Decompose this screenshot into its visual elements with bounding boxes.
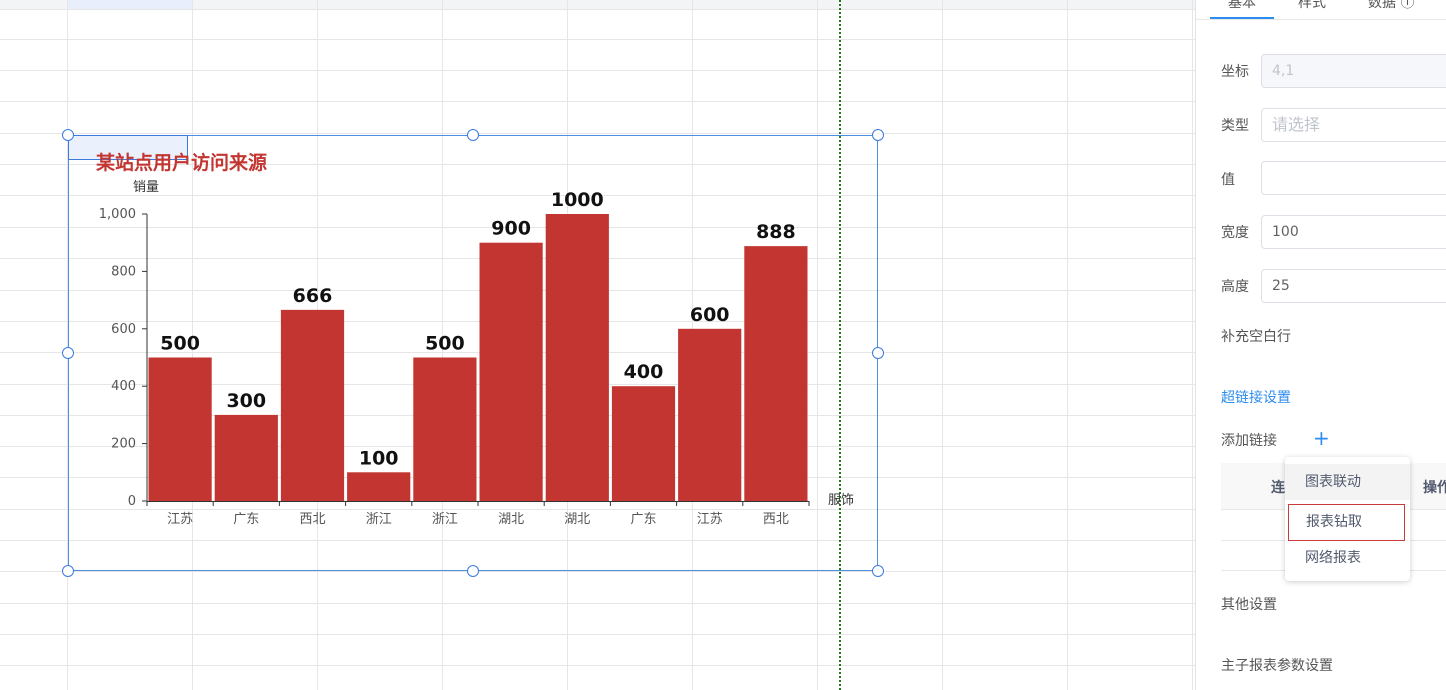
data-label: 500	[160, 333, 200, 355]
bar	[744, 246, 808, 501]
plus-icon[interactable]: +	[1313, 428, 1330, 448]
x-tick-label: 湖北	[498, 512, 524, 527]
y-axis-label: 销量	[133, 180, 159, 195]
row-line	[0, 70, 1195, 71]
height-input[interactable]: 25	[1261, 269, 1446, 303]
x-tick-label: 江苏	[697, 511, 723, 527]
x-tick-label: 广东	[233, 512, 259, 527]
type-select-placeholder: 请选择	[1272, 115, 1321, 134]
row-line	[0, 133, 1195, 134]
add-link-label: 添加链接	[1221, 433, 1277, 449]
type-label: 类型	[1221, 118, 1249, 134]
x-tick-label: 湖北	[564, 512, 590, 527]
bar	[611, 386, 676, 501]
hyperlink-settings-link[interactable]: 超链接设置	[1221, 387, 1291, 407]
bar-chart: 某站点用户访问来源 销量 服饰 0 200 400 600 800 1,000 500 江苏 3…	[96, 151, 854, 527]
bar	[148, 357, 212, 501]
column-line	[942, 0, 943, 690]
bar	[678, 328, 742, 501]
resize-handle[interactable]	[62, 129, 74, 141]
chart-title: 某站点用户访问来源	[96, 151, 267, 174]
active-tab-indicator	[1210, 17, 1274, 19]
row-line	[0, 101, 1195, 102]
x-tick-label: 江苏	[167, 511, 193, 527]
data-label: 888	[756, 221, 796, 243]
data-label: 666	[293, 285, 333, 307]
resize-handle[interactable]	[872, 347, 884, 359]
tabs-divider	[1196, 19, 1446, 20]
row-line	[0, 603, 1195, 604]
row-line	[0, 665, 1195, 666]
master-sub-params-label[interactable]: 主子报表参数设置	[1221, 655, 1333, 675]
width-input[interactable]: 100	[1261, 215, 1446, 249]
bar	[545, 214, 609, 501]
resize-handle[interactable]	[62, 347, 74, 359]
link-type-dropdown: 图表联动 报表钻取 网络报表	[1285, 457, 1410, 581]
dropdown-item-network-report[interactable]: 网络报表	[1285, 540, 1410, 576]
tab-basic[interactable]: 基本	[1228, 0, 1256, 12]
data-label: 100	[359, 447, 399, 469]
tab-style[interactable]: 样式	[1298, 0, 1326, 12]
coord-label: 坐标	[1221, 64, 1249, 80]
bar	[214, 414, 278, 501]
resize-handle[interactable]	[872, 565, 884, 577]
y-tick-label: 0	[128, 494, 136, 509]
y-tick-label: 200	[111, 437, 136, 452]
x-tick-label: 广东	[630, 512, 656, 527]
coord-input[interactable]: 4,1	[1261, 54, 1446, 88]
resize-handle[interactable]	[467, 565, 479, 577]
data-label: 300	[226, 390, 266, 412]
width-label: 宽度	[1221, 225, 1249, 241]
column-line	[1067, 0, 1068, 690]
table-header-ops: 操作	[1423, 480, 1446, 496]
data-label: 1000	[551, 189, 604, 211]
column-line	[1192, 0, 1193, 690]
resize-handle[interactable]	[467, 129, 479, 141]
resize-handle[interactable]	[62, 565, 74, 577]
data-label: 900	[491, 218, 531, 240]
height-label: 高度	[1221, 279, 1249, 295]
type-select[interactable]: 请选择	[1261, 108, 1446, 142]
x-tick-label: 浙江	[432, 512, 458, 527]
y-tick-label: 1,000	[99, 207, 136, 222]
row-line	[0, 571, 1195, 572]
x-tick-label: 浙江	[366, 512, 392, 527]
data-label: 400	[624, 361, 664, 383]
resize-handle[interactable]	[872, 129, 884, 141]
x-axis-label: 服饰	[828, 493, 854, 508]
properties-panel: 基本 样式 数据 ⓘ 坐标 4,1 类型 请选择 值 宽度 100 高度 25 …	[1195, 0, 1446, 690]
dropdown-item-report-drill[interactable]: 报表钻取	[1288, 504, 1405, 541]
bar	[479, 242, 543, 501]
x-tick-label: 西北	[299, 512, 325, 527]
value-label: 值	[1221, 172, 1235, 188]
bar	[280, 309, 345, 501]
y-tick-label: 800	[111, 264, 136, 279]
data-label: 600	[690, 304, 730, 326]
dropdown-item-chart-linkage[interactable]: 图表联动	[1285, 464, 1410, 500]
table-header-link: 连	[1271, 480, 1285, 496]
bar	[413, 357, 477, 501]
row-line	[0, 634, 1195, 635]
y-tick-label: 600	[111, 322, 136, 337]
other-settings-label[interactable]: 其他设置	[1221, 594, 1277, 614]
selected-column-header	[68, 0, 192, 9]
value-input[interactable]	[1261, 161, 1446, 195]
row-line	[0, 39, 1195, 40]
data-label: 500	[425, 333, 465, 355]
bar	[347, 472, 411, 501]
fill-blank-rows-label[interactable]: 补充空白行	[1221, 326, 1291, 346]
x-tick-label: 西北	[763, 512, 789, 527]
tab-data[interactable]: 数据 ⓘ	[1368, 0, 1414, 12]
y-tick-label: 400	[111, 379, 136, 394]
